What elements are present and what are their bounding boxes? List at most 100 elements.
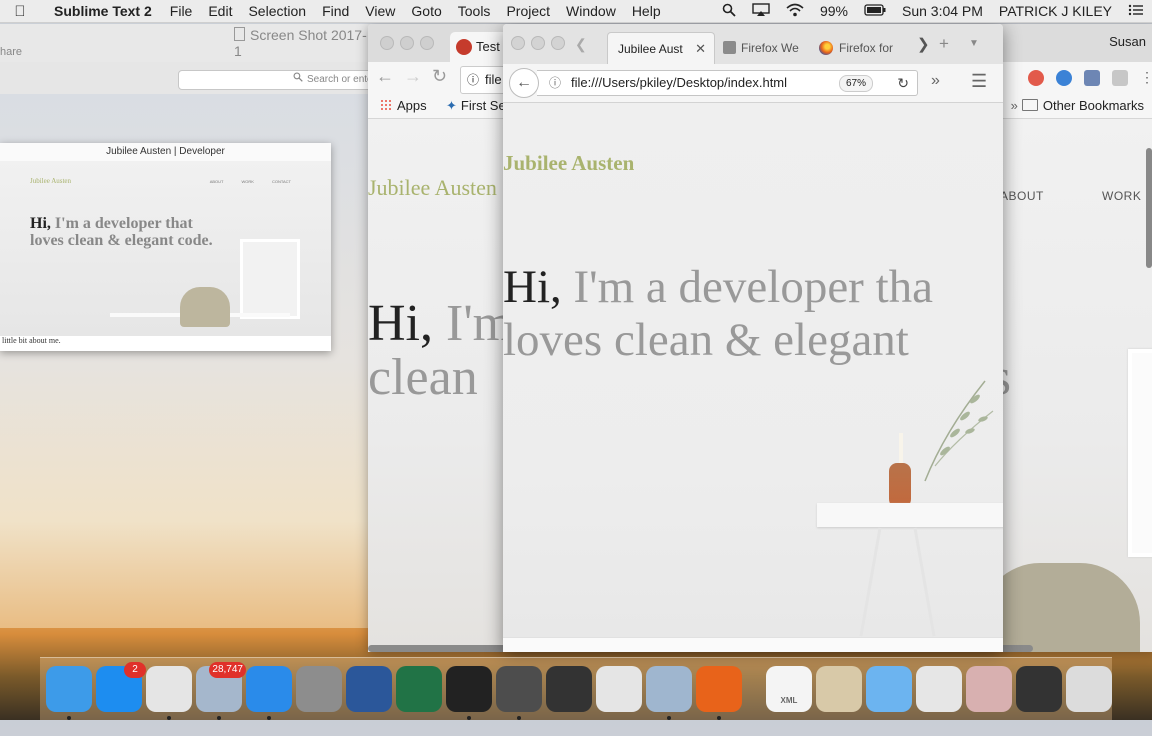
tab-scroll-right-icon[interactable]: ❯ [917, 35, 930, 53]
menu-view[interactable]: View [357, 3, 403, 19]
new-tab-plus-icon[interactable]: + [939, 34, 949, 54]
dock-folder-icon[interactable] [866, 666, 912, 712]
zoom-indicator[interactable]: 67% [838, 75, 873, 92]
dock-item-label: XML [780, 696, 798, 705]
bookmark-first[interactable]: ✦ First Se [446, 98, 506, 114]
minimize-window-button[interactable] [531, 36, 545, 50]
horizontal-scrollbar[interactable] [503, 637, 1003, 652]
bookmark-apps[interactable]: Apps [380, 98, 427, 113]
dock-trash-icon[interactable] [1066, 666, 1112, 712]
dock-preview-icon[interactable] [646, 666, 692, 720]
extension-search-icon[interactable] [1056, 70, 1072, 86]
vertical-scrollbar[interactable] [1146, 148, 1152, 268]
running-indicator [667, 716, 671, 720]
bookmark-other-label: Other Bookmarks [1042, 98, 1144, 113]
battery-percent[interactable]: 99% [812, 3, 856, 19]
close-window-button[interactable] [380, 36, 394, 50]
menu-goto[interactable]: Goto [403, 3, 449, 19]
menu-selection[interactable]: Selection [240, 3, 314, 19]
info-icon[interactable]: ⓘ [549, 71, 561, 95]
notification-center-icon[interactable] [1120, 3, 1152, 19]
dock-screenshot-stack-icon[interactable] [1016, 666, 1062, 712]
menu-edit[interactable]: Edit [200, 3, 240, 19]
url-bar[interactable]: ⓘ file:///Users/pkiley/Desktop/index.htm… [537, 70, 918, 96]
reload-icon[interactable]: ↻ [897, 71, 909, 95]
menu-file[interactable]: File [162, 3, 201, 19]
firefox-tab-3[interactable]: Firefox for [815, 32, 905, 64]
dock-finder-icon[interactable] [46, 666, 92, 720]
running-indicator [517, 716, 521, 720]
chrome-menu-icon[interactable]: ⋮ [1140, 70, 1152, 86]
extension-close-icon[interactable] [1028, 70, 1044, 86]
extension-icons: ⋮ [1028, 70, 1152, 86]
search-placeholder: Search or ente [307, 74, 373, 85]
nav-work-link[interactable]: WORK [1102, 189, 1141, 203]
zoom-window-button[interactable] [551, 36, 565, 50]
wifi-icon[interactable] [778, 3, 812, 20]
chrome-profile-button[interactable]: Susan [1109, 34, 1146, 49]
page-logo[interactable]: Jubilee Austen [368, 175, 497, 201]
back-arrow-icon[interactable]: ← [509, 68, 539, 98]
dock-app-store-icon[interactable]: 2 [96, 662, 146, 712]
clock[interactable]: Sun 3:04 PM [894, 3, 991, 19]
preview-frame [240, 239, 300, 319]
battery-icon[interactable] [856, 3, 894, 19]
extension-check-icon[interactable] [1084, 70, 1100, 86]
dock-photo-folder-icon[interactable] [816, 666, 862, 712]
menu-window[interactable]: Window [558, 3, 624, 19]
menu-help[interactable]: Help [624, 3, 669, 19]
firefox-logo-icon [819, 41, 833, 55]
airplay-icon[interactable] [744, 2, 778, 20]
tab-scroll-left-icon[interactable]: ❮ [575, 36, 587, 53]
quicklook-title: Jubilee Austen | Developer [0, 143, 331, 161]
forward-arrow-icon[interactable]: → [404, 66, 422, 87]
preview-logo: Jubilee Austen [30, 177, 72, 185]
hamburger-menu-icon[interactable]: ☰ [971, 71, 987, 92]
dock-xml-document-icon[interactable]: XML [766, 666, 812, 712]
page-favicon-icon [723, 41, 736, 54]
menu-tools[interactable]: Tools [450, 3, 499, 19]
bookmark-other[interactable]: » Other Bookmarks [1011, 98, 1144, 113]
menu-project[interactable]: Project [498, 3, 558, 19]
preview-nav-about: ABOUT [209, 179, 224, 184]
dock-disk-utility-document-icon[interactable] [916, 666, 962, 712]
apple-menu-icon[interactable]:  [0, 3, 40, 20]
dock-terminal-icon[interactable] [446, 666, 492, 720]
overflow-chevron-icon[interactable]: » [931, 72, 940, 90]
status-area: 99% Sun 3:04 PM PATRICK J KILEY [714, 2, 1152, 20]
close-tab-icon[interactable]: ✕ [695, 33, 706, 65]
dock-google-chrome-canary-icon[interactable] [596, 666, 642, 712]
dock-help-viewer-icon[interactable] [546, 666, 592, 712]
menu-find[interactable]: Find [314, 3, 357, 19]
nav-about-link[interactable]: ABOUT [1000, 189, 1044, 203]
dock-stack-documents-icon[interactable] [966, 666, 1012, 712]
dock-mail-icon[interactable]: 28,747 [196, 662, 246, 720]
dock-safari-icon[interactable] [246, 666, 292, 720]
dock-microsoft-word-icon[interactable] [346, 666, 392, 712]
dock-system-preferences-icon[interactable] [296, 666, 342, 712]
firefox-page-content: Jubilee Austen Hi, I'm a developer tha l… [503, 103, 1003, 637]
spotlight-icon[interactable] [714, 3, 744, 20]
tab-list-chevron-down-icon[interactable]: ▼ [969, 38, 979, 49]
share-label[interactable]: hare [0, 46, 22, 58]
zoom-window-button[interactable] [420, 36, 434, 50]
firefox-tab-2[interactable]: Firefox We [719, 32, 809, 64]
page-logo[interactable]: Jubilee Austen [503, 151, 634, 176]
firefox-tab-active[interactable]: Jubilee Aust ✕ [607, 32, 715, 65]
reload-icon[interactable]: ↻ [432, 66, 447, 87]
app-menu[interactable]: Sublime Text 2 [40, 3, 162, 19]
chrome-omnibox-text: file [485, 72, 502, 87]
extension-zoom-icon[interactable] [1112, 70, 1128, 86]
safari-search-field[interactable]: Search or ente [178, 70, 380, 90]
dock-microsoft-excel-icon[interactable] [396, 666, 442, 712]
running-indicator [717, 716, 721, 720]
quicklook-preview[interactable]: Jubilee Austen | Developer Jubilee Auste… [0, 143, 331, 351]
preview-hero-rest: I'm a developer that [54, 215, 193, 232]
dock-firefox-icon[interactable] [696, 666, 742, 720]
user-name[interactable]: PATRICK J KILEY [991, 3, 1120, 19]
minimize-window-button[interactable] [400, 36, 414, 50]
close-window-button[interactable] [511, 36, 525, 50]
dock-sublime-text-2-icon[interactable] [496, 666, 542, 720]
back-arrow-icon[interactable]: ← [376, 66, 394, 87]
dock-google-chrome-icon[interactable] [146, 666, 192, 720]
